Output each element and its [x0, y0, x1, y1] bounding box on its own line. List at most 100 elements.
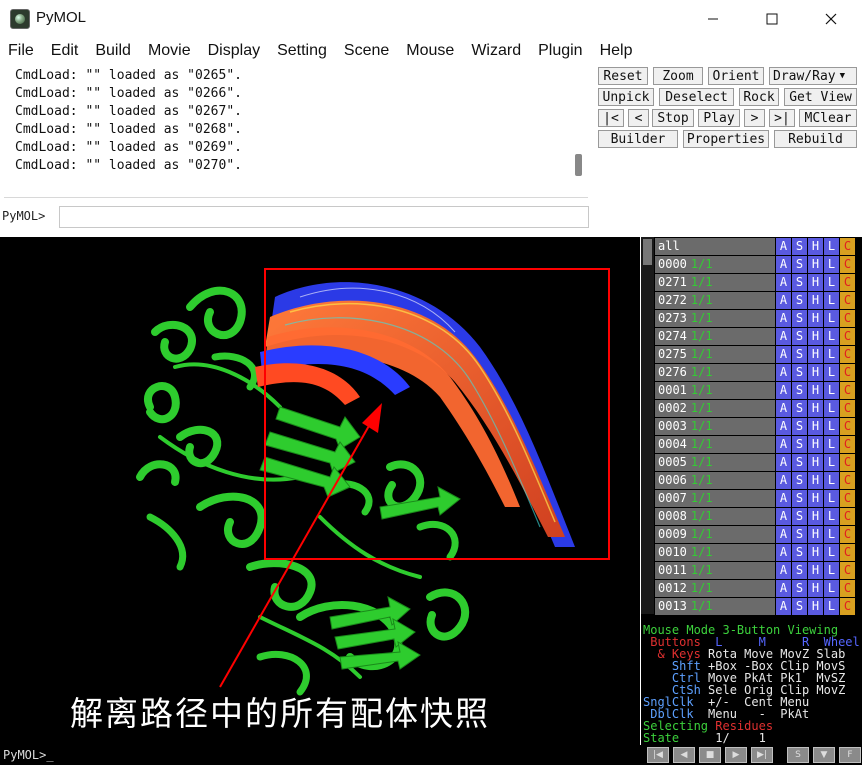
movie-stop-button[interactable]: ■ — [699, 747, 721, 763]
object-hide-button[interactable]: H — [808, 508, 823, 525]
object-label-button[interactable]: L — [824, 490, 839, 507]
object-action-button[interactable]: A — [776, 256, 791, 273]
object-hide-button[interactable]: H — [808, 580, 823, 597]
object-name[interactable]: 0011 1/1 — [655, 562, 775, 579]
object-name[interactable]: 0002 1/1 — [655, 400, 775, 417]
object-hide-button[interactable]: H — [808, 346, 823, 363]
object-action-button[interactable]: A — [776, 274, 791, 291]
menu-build[interactable]: Build — [95, 42, 131, 60]
object-color-button[interactable]: C — [840, 490, 855, 507]
object-name[interactable]: 0276 1/1 — [655, 364, 775, 381]
object-label-button[interactable]: L — [824, 238, 839, 255]
object-name[interactable]: 0008 1/1 — [655, 508, 775, 525]
object-hide-button[interactable]: H — [808, 256, 823, 273]
rebuild-button[interactable]: Rebuild — [774, 130, 857, 148]
object-hide-button[interactable]: H — [808, 436, 823, 453]
object-label-button[interactable]: L — [824, 382, 839, 399]
object-name[interactable]: 0009 1/1 — [655, 526, 775, 543]
object-name[interactable]: 0274 1/1 — [655, 328, 775, 345]
movie-fullscreen-button[interactable]: F — [839, 747, 861, 763]
object-label-button[interactable]: L — [824, 274, 839, 291]
unpick-button[interactable]: Unpick — [598, 88, 654, 106]
object-action-button[interactable]: A — [776, 238, 791, 255]
object-color-button[interactable]: C — [840, 418, 855, 435]
menu-help[interactable]: Help — [600, 42, 633, 60]
end-button[interactable]: >| — [769, 109, 795, 127]
back-button[interactable]: < — [628, 109, 649, 127]
object-color-button[interactable]: C — [840, 472, 855, 489]
orient-button[interactable]: Orient — [708, 67, 764, 85]
object-label-button[interactable]: L — [824, 328, 839, 345]
movie-rewind-button[interactable]: |◀ — [647, 747, 669, 763]
object-name[interactable]: 0272 1/1 — [655, 292, 775, 309]
menu-display[interactable]: Display — [208, 42, 260, 60]
object-color-button[interactable]: C — [840, 562, 855, 579]
object-color-button[interactable]: C — [840, 454, 855, 471]
object-show-button[interactable]: S — [792, 292, 807, 309]
object-name[interactable]: 0003 1/1 — [655, 418, 775, 435]
object-color-button[interactable]: C — [840, 400, 855, 417]
object-label-button[interactable]: L — [824, 472, 839, 489]
menu-edit[interactable]: Edit — [51, 42, 79, 60]
object-hide-button[interactable]: H — [808, 292, 823, 309]
object-label-button[interactable]: L — [824, 310, 839, 327]
object-show-button[interactable]: S — [792, 328, 807, 345]
object-color-button[interactable]: C — [840, 580, 855, 597]
object-hide-button[interactable]: H — [808, 382, 823, 399]
object-action-button[interactable]: A — [776, 418, 791, 435]
object-show-button[interactable]: S — [792, 598, 807, 615]
object-show-button[interactable]: S — [792, 238, 807, 255]
object-label-button[interactable]: L — [824, 436, 839, 453]
object-color-button[interactable]: C — [840, 508, 855, 525]
object-show-button[interactable]: S — [792, 580, 807, 597]
object-label-button[interactable]: L — [824, 598, 839, 615]
object-name[interactable]: 0007 1/1 — [655, 490, 775, 507]
deselect-button[interactable]: Deselect — [659, 88, 734, 106]
zoom-button[interactable]: Zoom — [653, 67, 703, 85]
object-action-button[interactable]: A — [776, 562, 791, 579]
object-hide-button[interactable]: H — [808, 562, 823, 579]
play-button[interactable]: Play — [698, 109, 740, 127]
object-show-button[interactable]: S — [792, 544, 807, 561]
builder-button[interactable]: Builder — [598, 130, 678, 148]
object-action-button[interactable]: A — [776, 400, 791, 417]
object-color-button[interactable]: C — [840, 274, 855, 291]
object-name[interactable]: 0005 1/1 — [655, 454, 775, 471]
object-show-button[interactable]: S — [792, 400, 807, 417]
object-hide-button[interactable]: H — [808, 274, 823, 291]
object-show-button[interactable]: S — [792, 508, 807, 525]
status-prompt[interactable]: PyMOL>_ — [3, 748, 54, 762]
object-show-button[interactable]: S — [792, 364, 807, 381]
object-scrollbar[interactable] — [641, 237, 654, 614]
object-action-button[interactable]: A — [776, 310, 791, 327]
object-color-button[interactable]: C — [840, 346, 855, 363]
object-action-button[interactable]: A — [776, 598, 791, 615]
object-hide-button[interactable]: H — [808, 526, 823, 543]
object-action-button[interactable]: A — [776, 382, 791, 399]
object-label-button[interactable]: L — [824, 526, 839, 543]
object-name[interactable]: 0273 1/1 — [655, 310, 775, 327]
object-name[interactable]: 0000 1/1 — [655, 256, 775, 273]
reset-button[interactable]: Reset — [598, 67, 648, 85]
object-hide-button[interactable]: H — [808, 544, 823, 561]
log-scrollbar[interactable] — [575, 154, 582, 176]
object-name[interactable]: 0271 1/1 — [655, 274, 775, 291]
object-hide-button[interactable]: H — [808, 598, 823, 615]
object-show-button[interactable]: S — [792, 562, 807, 579]
object-show-button[interactable]: S — [792, 454, 807, 471]
object-action-button[interactable]: A — [776, 508, 791, 525]
object-action-button[interactable]: A — [776, 292, 791, 309]
object-action-button[interactable]: A — [776, 472, 791, 489]
object-hide-button[interactable]: H — [808, 328, 823, 345]
object-label-button[interactable]: L — [824, 544, 839, 561]
movie-play-button[interactable]: ▶ — [725, 747, 747, 763]
movie-scene-button[interactable]: S — [787, 747, 809, 763]
object-show-button[interactable]: S — [792, 526, 807, 543]
object-hide-button[interactable]: H — [808, 418, 823, 435]
object-color-button[interactable]: C — [840, 364, 855, 381]
object-scroll-thumb[interactable] — [643, 239, 652, 265]
properties-button[interactable]: Properties — [683, 130, 769, 148]
object-action-button[interactable]: A — [776, 346, 791, 363]
object-color-button[interactable]: C — [840, 256, 855, 273]
command-input[interactable] — [59, 206, 589, 228]
